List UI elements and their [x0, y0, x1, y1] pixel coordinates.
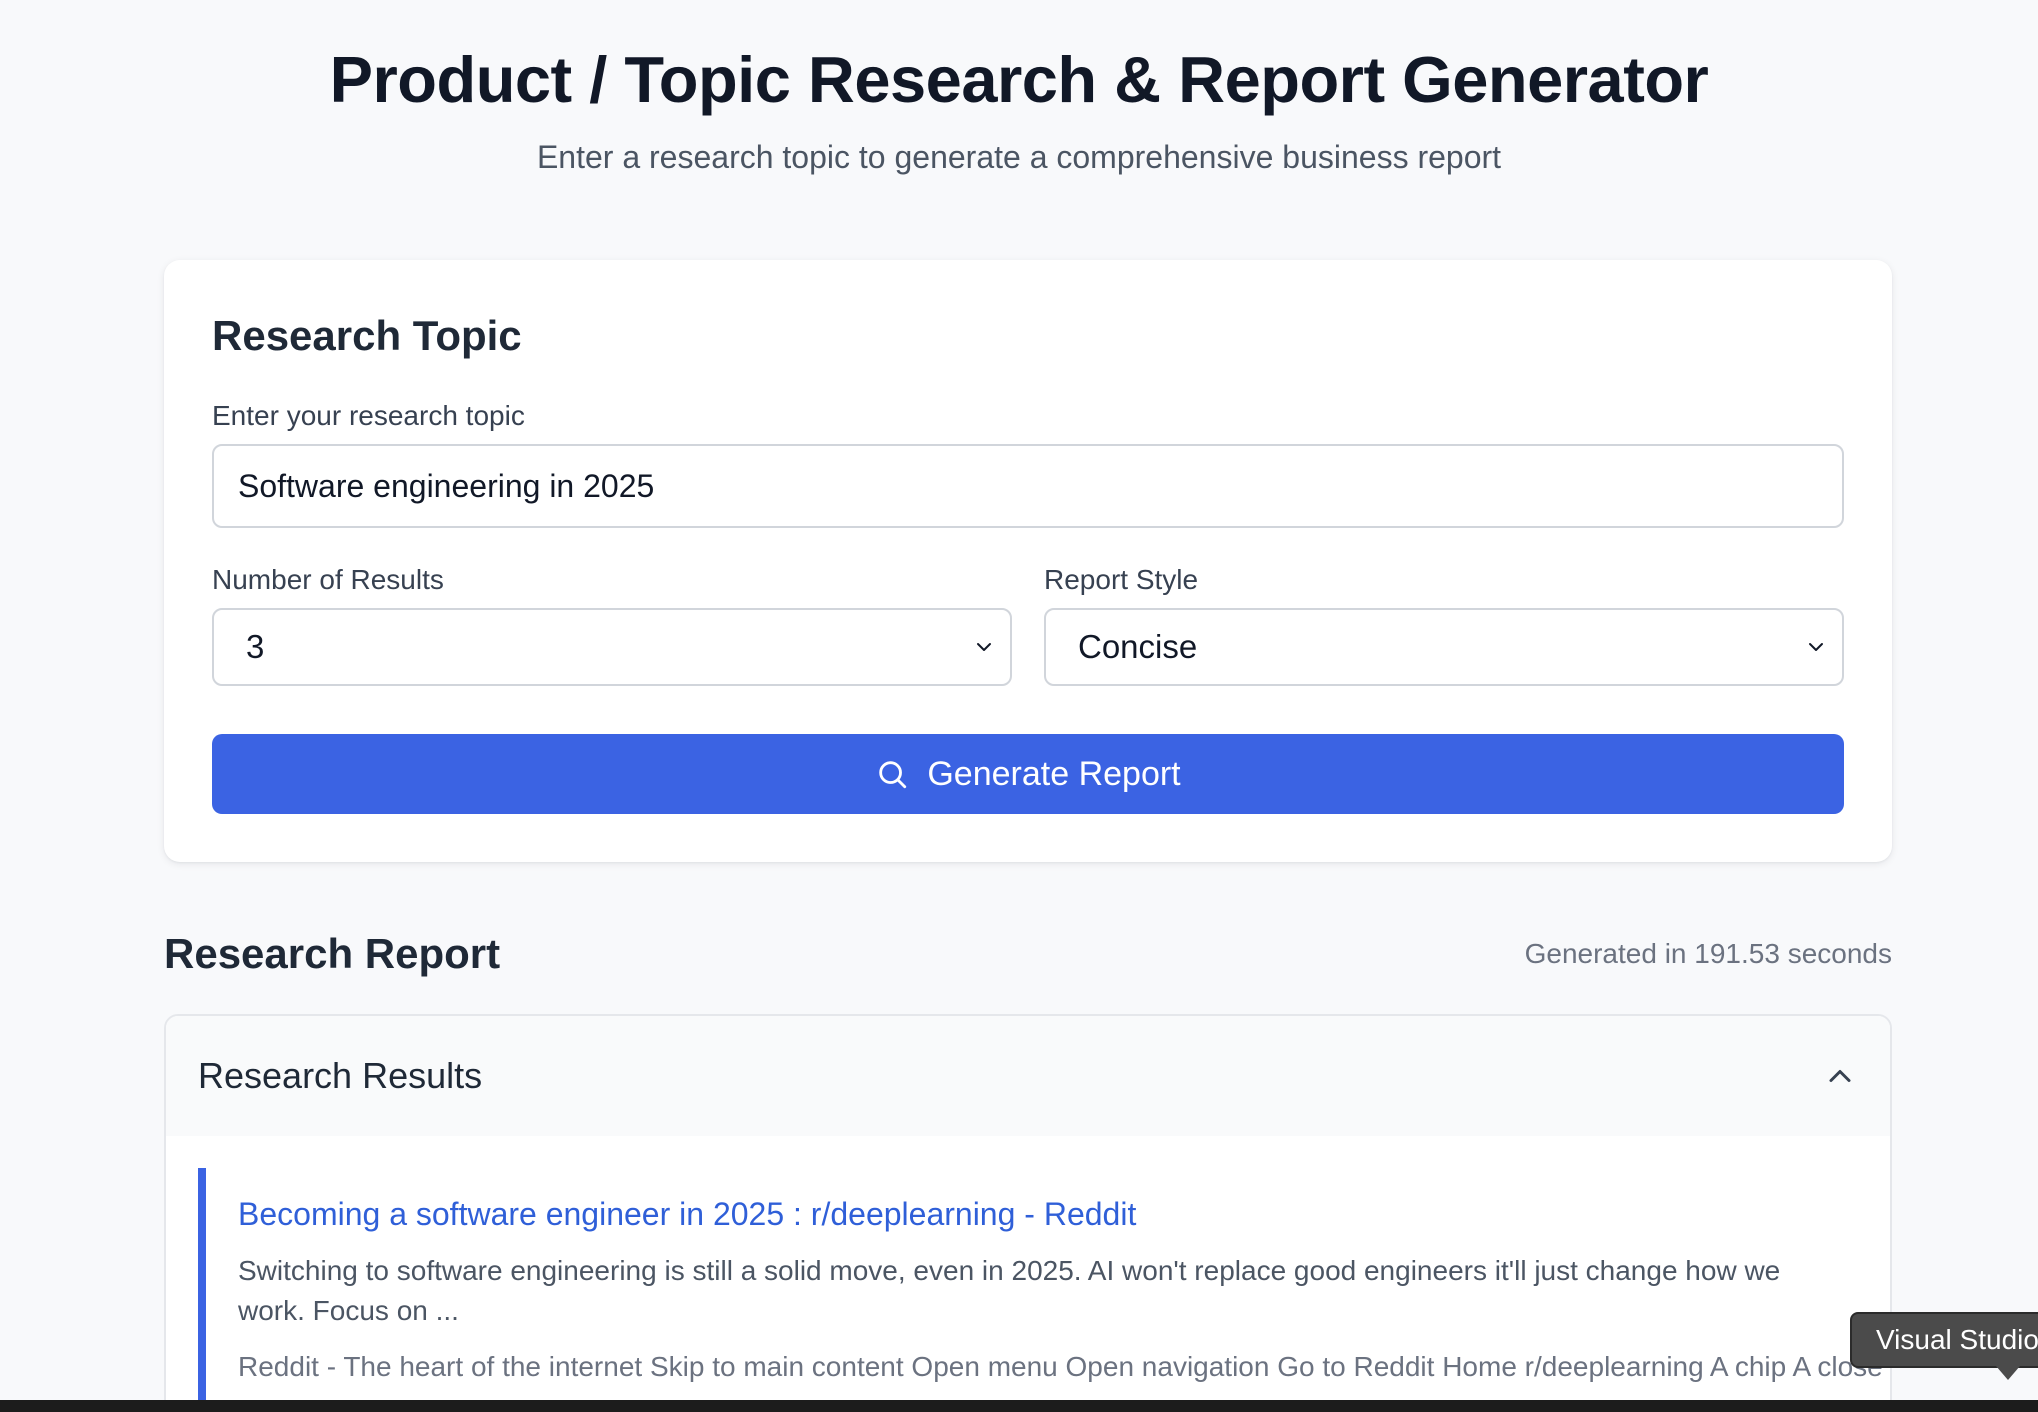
chevron-up-icon[interactable]: [1822, 1058, 1858, 1094]
result-snippet: Switching to software engineering is sti…: [238, 1255, 1781, 1326]
report-title: Research Report: [164, 930, 501, 977]
page-title: Product / Topic Research & Report Genera…: [329, 43, 1709, 116]
result-title-link[interactable]: Becoming a software engineer in 2025 : r…: [238, 1196, 1890, 1233]
tooltip: Visual Studio Code: [1850, 1312, 2038, 1380]
topic-input[interactable]: [212, 444, 1844, 528]
num-results-value: 3: [246, 628, 265, 665]
page: Product / Topic Research & Report Genera…: [0, 0, 2038, 1412]
page-subtitle: Enter a research topic to generate a com…: [536, 139, 1502, 175]
report-style-select[interactable]: Concise: [1044, 608, 1844, 686]
generate-report-label: Generate Report: [927, 754, 1181, 793]
result-item: Becoming a software engineer in 2025 : r…: [198, 1168, 1890, 1412]
research-form-card: Research Topic Enter your research topic…: [164, 260, 1892, 862]
chevron-down-icon: [977, 643, 991, 651]
report-style-value: Concise: [1078, 628, 1198, 665]
form-card-title: Research Topic: [212, 312, 522, 359]
report-style-label: Report Style: [1044, 564, 1199, 595]
research-results-title: Research Results: [198, 1055, 483, 1096]
research-results-header[interactable]: Research Results: [166, 1016, 1890, 1136]
page-header: Product / Topic Research & Report Genera…: [0, 0, 2038, 176]
num-results-label: Number of Results: [212, 564, 444, 595]
topic-label: Enter your research topic: [212, 400, 525, 431]
num-results-select[interactable]: 3: [212, 608, 1012, 686]
chevron-down-icon: [1809, 643, 1823, 651]
generated-time: Generated in 191.53 seconds: [1524, 938, 1892, 969]
generate-report-button[interactable]: Generate Report: [212, 734, 1844, 814]
research-results-panel: Research Results Becoming a software eng…: [164, 1014, 1892, 1412]
search-icon: [879, 761, 907, 789]
taskbar-strip: [0, 1400, 2038, 1412]
result-content: Reddit - The heart of the internet Skip …: [238, 1351, 1890, 1382]
